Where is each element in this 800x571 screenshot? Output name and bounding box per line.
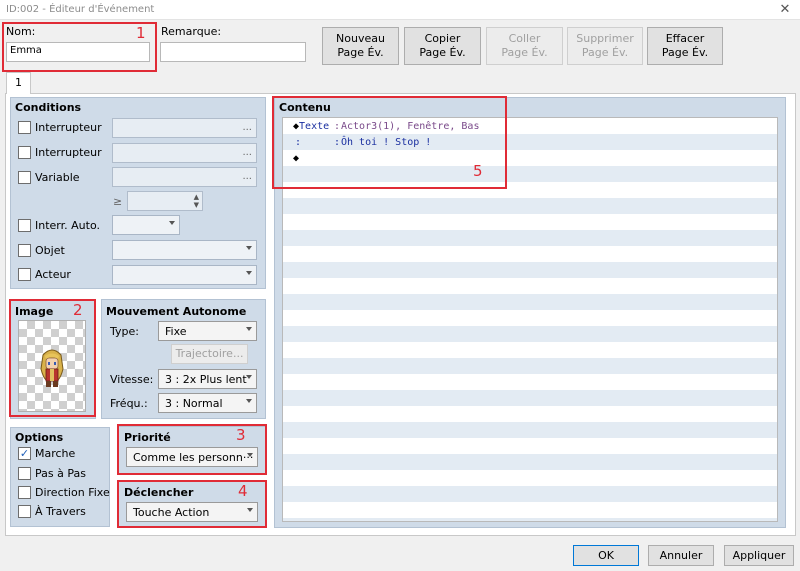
paste-page-button[interactable]: Coller Page Év.	[486, 27, 563, 65]
self-switch-checkbox[interactable]	[18, 219, 31, 232]
self-switch-label: Interr. Auto.	[35, 219, 100, 232]
copy-page-label-2: Page Év.	[419, 46, 466, 59]
clear-page-label-1: Effacer	[665, 32, 705, 45]
annotation-box-5	[272, 96, 507, 189]
variable-label: Variable	[35, 171, 80, 184]
apply-button[interactable]: Appliquer	[724, 545, 794, 566]
variable-value-spinner[interactable]: ▲ ▼	[127, 191, 203, 211]
walking-label: Marche	[35, 447, 76, 460]
item-label: Objet	[35, 244, 65, 257]
remark-label: Remarque:	[161, 25, 222, 38]
stepping-checkbox[interactable]	[18, 467, 31, 480]
annotation-box-1	[2, 22, 157, 72]
delete-page-button[interactable]: Supprimer Page Év.	[567, 27, 643, 65]
actor-checkbox[interactable]	[18, 268, 31, 281]
spinner-up-icon[interactable]: ▲	[194, 193, 199, 201]
spinner-down-icon[interactable]: ▼	[194, 201, 199, 209]
through-label: À Travers	[35, 505, 86, 518]
tab-page-1[interactable]: 1	[6, 72, 31, 94]
ok-button[interactable]: OK	[573, 545, 639, 566]
movement-type-value: Fixe	[165, 325, 187, 338]
movement-speed-select[interactable]: 3 : 2x Plus lent	[158, 369, 257, 389]
remark-input[interactable]	[160, 42, 306, 62]
switch1-label: Interrupteur	[35, 121, 102, 134]
ellipsis-icon: ...	[242, 122, 252, 133]
annotation-box-2	[9, 299, 96, 417]
movement-freq-select[interactable]: 3 : Normal	[158, 393, 257, 413]
chevron-down-icon	[246, 246, 252, 250]
close-icon[interactable]: ✕	[776, 1, 794, 19]
movement-speed-label: Vitesse:	[110, 373, 154, 386]
chevron-down-icon	[246, 327, 252, 331]
switch1-field[interactable]: ...	[112, 118, 257, 138]
direction-fix-checkbox[interactable]	[18, 486, 31, 499]
chevron-down-icon	[246, 375, 252, 379]
clear-page-button[interactable]: Effacer Page Év.	[647, 27, 723, 65]
stepping-label: Pas à Pas	[35, 467, 86, 480]
paste-page-label-1: Coller	[508, 32, 541, 45]
movement-freq-value: 3 : Normal	[165, 397, 223, 410]
check-icon: ✓	[19, 447, 30, 460]
conditions-title: Conditions	[15, 101, 82, 114]
greater-equal-label: ≥	[113, 195, 123, 208]
delete-page-label-2: Page Év.	[581, 46, 629, 59]
actor-label: Acteur	[35, 268, 71, 281]
window-title: ID:002 - Éditeur d'Événement	[6, 4, 155, 15]
new-page-label-1: Nouveau	[336, 32, 385, 45]
direction-fix-label: Direction Fixe	[35, 486, 110, 499]
variable-field[interactable]: ...	[112, 167, 257, 187]
through-checkbox[interactable]	[18, 505, 31, 518]
new-page-label-2: Page Év.	[337, 46, 384, 59]
switch2-field[interactable]: ...	[112, 143, 257, 163]
copy-page-button[interactable]: Copier Page Év.	[404, 27, 481, 65]
cancel-button[interactable]: Annuler	[648, 545, 714, 566]
movement-title: Mouvement Autonome	[106, 305, 247, 318]
annotation-number-4: 4	[238, 482, 248, 500]
switch2-label: Interrupteur	[35, 146, 102, 159]
clear-page-label-2: Page Év.	[661, 46, 709, 59]
annotation-number-5: 5	[473, 162, 483, 180]
movement-type-select[interactable]: Fixe	[158, 321, 257, 341]
movement-type-label: Type:	[110, 325, 139, 338]
actor-select[interactable]	[112, 265, 257, 285]
annotation-number-2: 2	[73, 301, 83, 319]
movement-speed-value: 3 : 2x Plus lent	[165, 373, 247, 386]
movement-freq-label: Fréqu.:	[110, 397, 148, 410]
options-title: Options	[15, 431, 64, 444]
copy-page-label-1: Copier	[424, 32, 461, 45]
new-page-button[interactable]: Nouveau Page Év.	[322, 27, 399, 65]
delete-page-label-1: Supprimer	[576, 32, 634, 45]
self-switch-select[interactable]	[112, 215, 180, 235]
paste-page-label-2: Page Év.	[501, 46, 548, 59]
ellipsis-icon: ...	[242, 147, 252, 158]
title-bar: ID:002 - Éditeur d'Événement ✕	[0, 0, 800, 20]
route-button[interactable]: Trajectoire...	[171, 344, 248, 364]
chevron-down-icon	[246, 271, 252, 275]
switch1-checkbox[interactable]	[18, 121, 31, 134]
ellipsis-icon: ...	[242, 171, 252, 182]
chevron-down-icon	[169, 221, 175, 225]
walking-checkbox[interactable]: ✓	[18, 447, 31, 460]
switch2-checkbox[interactable]	[18, 146, 31, 159]
item-checkbox[interactable]	[18, 244, 31, 257]
variable-checkbox[interactable]	[18, 171, 31, 184]
annotation-number-1: 1	[136, 24, 146, 42]
annotation-number-3: 3	[236, 426, 246, 444]
chevron-down-icon	[246, 399, 252, 403]
item-select[interactable]	[112, 240, 257, 260]
